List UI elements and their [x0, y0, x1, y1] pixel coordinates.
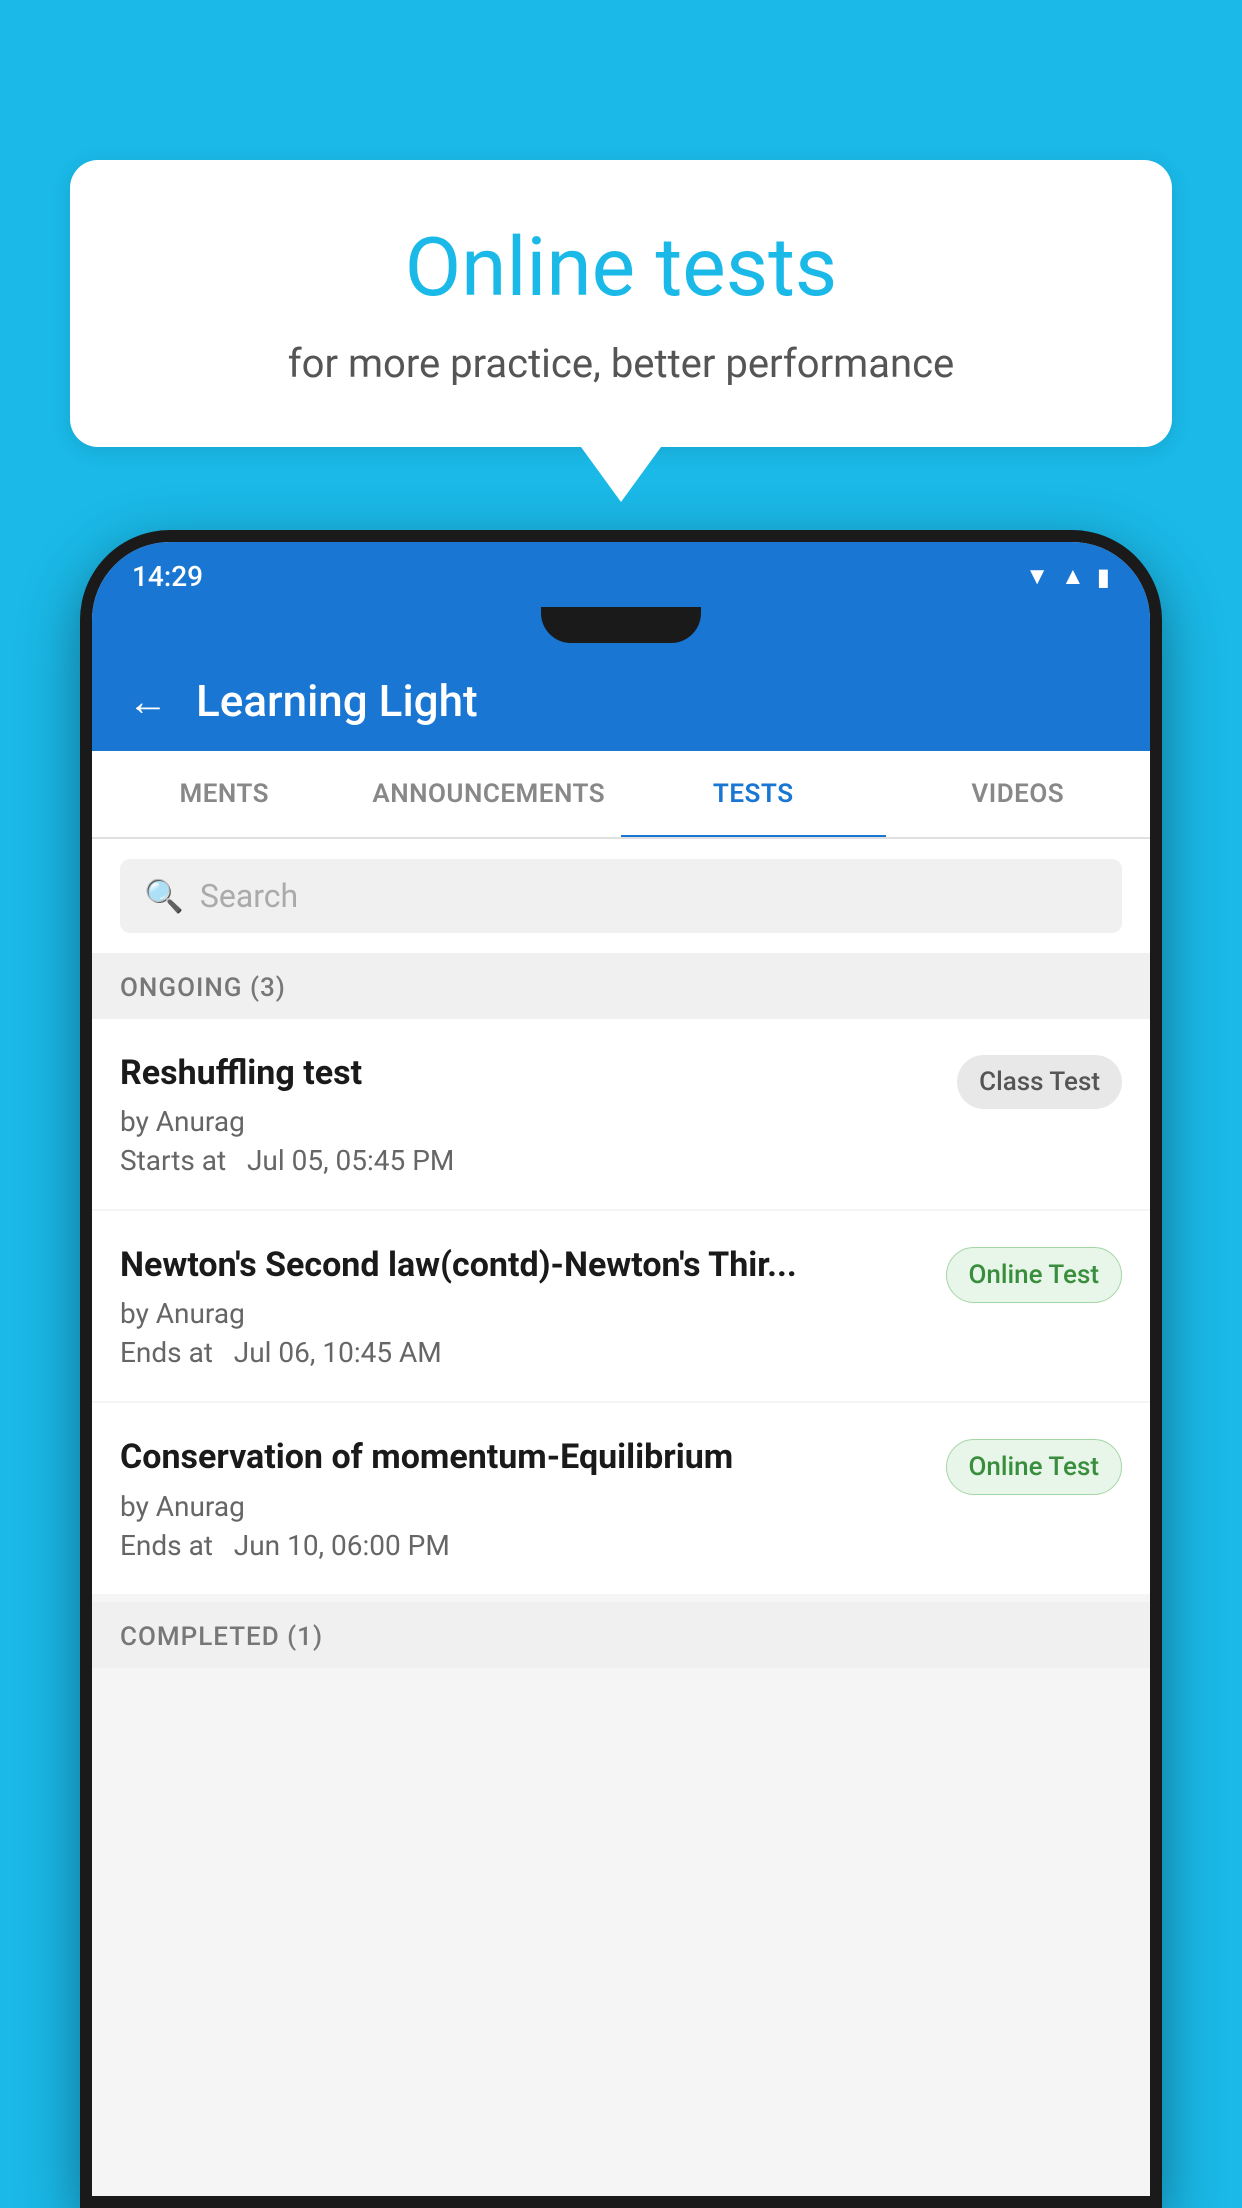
notch-area — [92, 607, 1150, 651]
phone-screen: 14:29 ▼ ▲ ▮ ← Learning Light MENTS ANNOU… — [92, 542, 1150, 2196]
test-item-author: by Anurag — [120, 1105, 933, 1138]
app-bar: ← Learning Light — [92, 651, 1150, 751]
status-bar: 14:29 ▼ ▲ ▮ — [92, 542, 1150, 607]
tabs-container: MENTS ANNOUNCEMENTS TESTS VIDEOS — [92, 751, 1150, 839]
test-item-title: Newton's Second law(contd)-Newton's Thir… — [120, 1243, 922, 1287]
search-icon: 🔍 — [144, 877, 184, 915]
test-item-title: Conservation of momentum-Equilibrium — [120, 1435, 922, 1479]
tab-announcements[interactable]: ANNOUNCEMENTS — [357, 751, 622, 837]
test-item-info: Newton's Second law(contd)-Newton's Thir… — [120, 1243, 946, 1369]
status-icons: ▼ ▲ ▮ — [1025, 562, 1110, 591]
status-time: 14:29 — [132, 560, 203, 593]
test-item-info: Reshuffling test by Anurag Starts at Jul… — [120, 1051, 957, 1177]
test-badge: Class Test — [957, 1055, 1122, 1109]
test-item-title: Reshuffling test — [120, 1051, 933, 1095]
test-item-date: Ends at Jul 06, 10:45 AM — [120, 1336, 922, 1369]
speech-bubble-container: Online tests for more practice, better p… — [70, 160, 1172, 502]
test-badge: Online Test — [946, 1247, 1123, 1303]
search-input-wrapper[interactable]: 🔍 Search — [120, 859, 1122, 933]
tab-ments[interactable]: MENTS — [92, 751, 357, 837]
test-item[interactable]: Reshuffling test by Anurag Starts at Jul… — [92, 1019, 1150, 1209]
search-container: 🔍 Search — [92, 839, 1150, 953]
battery-icon: ▮ — [1097, 563, 1110, 591]
test-item-author: by Anurag — [120, 1490, 922, 1523]
speech-bubble-arrow — [581, 447, 661, 502]
ongoing-section-header: ONGOING (3) — [92, 953, 1150, 1019]
app-bar-title: Learning Light — [196, 675, 478, 727]
test-item-author: by Anurag — [120, 1297, 922, 1330]
search-placeholder: Search — [200, 877, 298, 915]
signal-icon: ▲ — [1061, 562, 1085, 591]
test-item[interactable]: Conservation of momentum-Equilibrium by … — [92, 1403, 1150, 1593]
back-button[interactable]: ← — [128, 678, 168, 725]
notch — [541, 607, 701, 643]
test-badge: Online Test — [946, 1439, 1123, 1495]
speech-bubble: Online tests for more practice, better p… — [70, 160, 1172, 447]
tab-tests[interactable]: TESTS — [621, 751, 886, 837]
tab-videos[interactable]: VIDEOS — [886, 751, 1151, 837]
test-item[interactable]: Newton's Second law(contd)-Newton's Thir… — [92, 1211, 1150, 1401]
test-item-info: Conservation of momentum-Equilibrium by … — [120, 1435, 946, 1561]
test-item-date: Ends at Jun 10, 06:00 PM — [120, 1529, 922, 1562]
wifi-icon: ▼ — [1025, 562, 1049, 591]
speech-bubble-title: Online tests — [150, 220, 1092, 316]
test-item-date: Starts at Jul 05, 05:45 PM — [120, 1144, 933, 1177]
completed-section-header: COMPLETED (1) — [92, 1602, 1150, 1668]
speech-bubble-subtitle: for more practice, better performance — [150, 340, 1092, 387]
phone-frame: 14:29 ▼ ▲ ▮ ← Learning Light MENTS ANNOU… — [80, 530, 1162, 2208]
content-area: ONGOING (3) Reshuffling test by Anurag S… — [92, 953, 1150, 2196]
